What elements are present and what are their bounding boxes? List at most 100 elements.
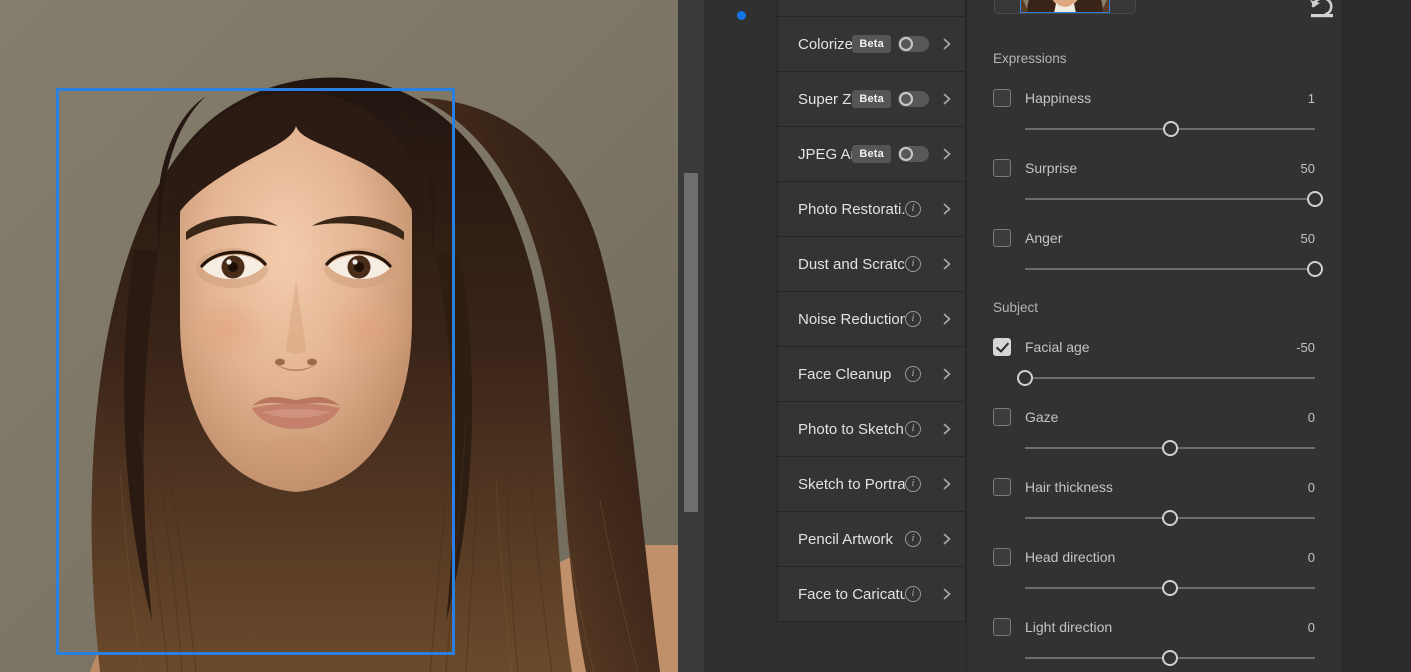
slider-control: Anger50 [993, 229, 1315, 279]
slider-header: Head direction0 [993, 548, 1315, 568]
filter-row[interactable]: Sketch to Portraiti [778, 457, 965, 512]
filter-name-label: Photo Restorati... [798, 201, 905, 218]
info-icon[interactable]: i [905, 421, 921, 437]
slider-enable-checkbox[interactable] [993, 548, 1011, 566]
slider-enable-checkbox[interactable] [993, 478, 1011, 496]
face-thumbnail[interactable] [1020, 0, 1110, 13]
chevron-right-icon[interactable] [941, 258, 953, 270]
info-icon[interactable]: i [905, 201, 921, 217]
chevron-right-icon[interactable] [941, 478, 953, 490]
filter-row[interactable]: Photo to Sketchi [778, 402, 965, 457]
filters-scrollbar-track[interactable] [678, 0, 704, 672]
slider-knob[interactable] [1162, 510, 1178, 526]
toggle-knob [899, 147, 913, 161]
filter-toggle-switch[interactable] [898, 36, 929, 52]
slider-enable-checkbox[interactable] [993, 618, 1011, 636]
slider-knob[interactable] [1163, 121, 1179, 137]
filter-toggle-switch[interactable] [898, 91, 929, 107]
slider-label: Anger [1025, 229, 1062, 248]
slider-label: Facial age [1025, 338, 1090, 357]
slider-enable-checkbox[interactable] [993, 159, 1011, 177]
slider-enable-checkbox[interactable] [993, 408, 1011, 426]
filters-scrollbar-thumb[interactable] [684, 173, 698, 512]
filter-row[interactable]: Photo Restorati...i [778, 182, 965, 237]
filter-toggle-switch[interactable] [898, 146, 929, 162]
slider-knob[interactable] [1162, 440, 1178, 456]
filters-list-panel: Depth-A...BetaColorizeBetaSuper Zo...Bet… [704, 0, 966, 672]
chevron-right-icon[interactable] [941, 93, 953, 105]
filter-name-label: Dust and Scratc... [798, 256, 905, 273]
filter-row[interactable]: Face to Caricaturei [778, 567, 965, 622]
portrait-photo [0, 0, 678, 672]
slider-label: Happiness [1025, 89, 1091, 108]
filter-row[interactable]: Noise Reductioni [778, 292, 965, 347]
info-icon[interactable]: i [905, 366, 921, 382]
filter-name-label: Photo to Sketch [798, 421, 905, 438]
face-thumbnail-card[interactable] [994, 0, 1136, 14]
slider-header: Anger50 [993, 229, 1315, 249]
slider-track-area[interactable] [1025, 578, 1315, 598]
filter-name-label: Colorize [798, 36, 852, 53]
slider-header: Hair thickness0 [993, 478, 1315, 498]
chevron-right-icon[interactable] [941, 533, 953, 545]
slider-knob[interactable] [1162, 650, 1178, 666]
slider-track [1025, 198, 1315, 200]
slider-value: 50 [1301, 159, 1315, 178]
slider-track-area[interactable] [1025, 438, 1315, 458]
slider-track-area[interactable] [1025, 508, 1315, 528]
slider-control: Happiness 1 [993, 89, 1315, 139]
slider-track-area[interactable] [1025, 368, 1315, 388]
property-group-title: Expressions [993, 51, 1067, 66]
toggle-knob [899, 37, 913, 51]
chevron-right-icon[interactable] [941, 423, 953, 435]
slider-value: 0 [1308, 408, 1315, 427]
info-icon[interactable]: i [905, 586, 921, 602]
slider-label: Surprise [1025, 159, 1077, 178]
slider-value: -50 [1296, 338, 1315, 357]
filter-name-label: JPEG Arti... [798, 146, 852, 163]
filter-name-label: Noise Reduction [798, 311, 905, 328]
filter-row[interactable]: JPEG Arti...Beta [778, 127, 965, 182]
slider-value: 0 [1308, 618, 1315, 637]
slider-track-area[interactable] [1025, 189, 1315, 209]
filters-card: Depth-A...BetaColorizeBetaSuper Zo...Bet… [777, 0, 966, 622]
chevron-right-icon[interactable] [941, 38, 953, 50]
slider-enable-checkbox[interactable] [993, 89, 1011, 107]
filter-name-label: Face Cleanup [798, 366, 905, 383]
info-icon[interactable]: i [905, 256, 921, 272]
slider-knob[interactable] [1307, 191, 1323, 207]
slider-track-area[interactable] [1025, 119, 1315, 139]
slider-track-area[interactable] [1025, 648, 1315, 668]
slider-enable-checkbox[interactable] [993, 229, 1011, 247]
info-icon[interactable]: i [905, 311, 921, 327]
filter-name-label: Sketch to Portrait [798, 476, 905, 493]
info-icon[interactable]: i [905, 531, 921, 547]
reset-undo-icon[interactable] [1307, 0, 1335, 20]
filter-row[interactable]: ColorizeBeta [778, 17, 965, 72]
filter-row[interactable]: Super Zo...Beta [778, 72, 965, 127]
neural-filters-workspace: Depth-A...BetaColorizeBetaSuper Zo...Bet… [0, 0, 1411, 672]
slider-header: Surprise 50 [993, 159, 1315, 179]
filter-row[interactable]: Depth-A...Beta [778, 0, 965, 17]
slider-value: 1 [1308, 89, 1315, 108]
slider-knob[interactable] [1017, 370, 1033, 386]
filter-row[interactable]: Face Cleanupi [778, 347, 965, 402]
slider-knob[interactable] [1162, 580, 1178, 596]
image-canvas[interactable] [0, 0, 678, 672]
chevron-right-icon[interactable] [941, 588, 953, 600]
slider-enable-checkbox[interactable] [993, 338, 1011, 356]
slider-track-area[interactable] [1025, 259, 1315, 279]
filter-row[interactable]: Pencil Artworki [778, 512, 965, 567]
slider-header: Gaze0 [993, 408, 1315, 428]
filter-name-label: Face to Caricature [798, 586, 905, 603]
chevron-right-icon[interactable] [941, 203, 953, 215]
slider-value: 0 [1308, 478, 1315, 497]
slider-knob[interactable] [1307, 261, 1323, 277]
filter-row[interactable]: Dust and Scratc...i [778, 237, 965, 292]
chevron-right-icon[interactable] [941, 148, 953, 160]
chevron-right-icon[interactable] [941, 368, 953, 380]
slider-control: Facial age -50 [993, 338, 1315, 388]
info-icon[interactable]: i [905, 476, 921, 492]
chevron-right-icon[interactable] [941, 313, 953, 325]
toggle-knob [899, 92, 913, 106]
